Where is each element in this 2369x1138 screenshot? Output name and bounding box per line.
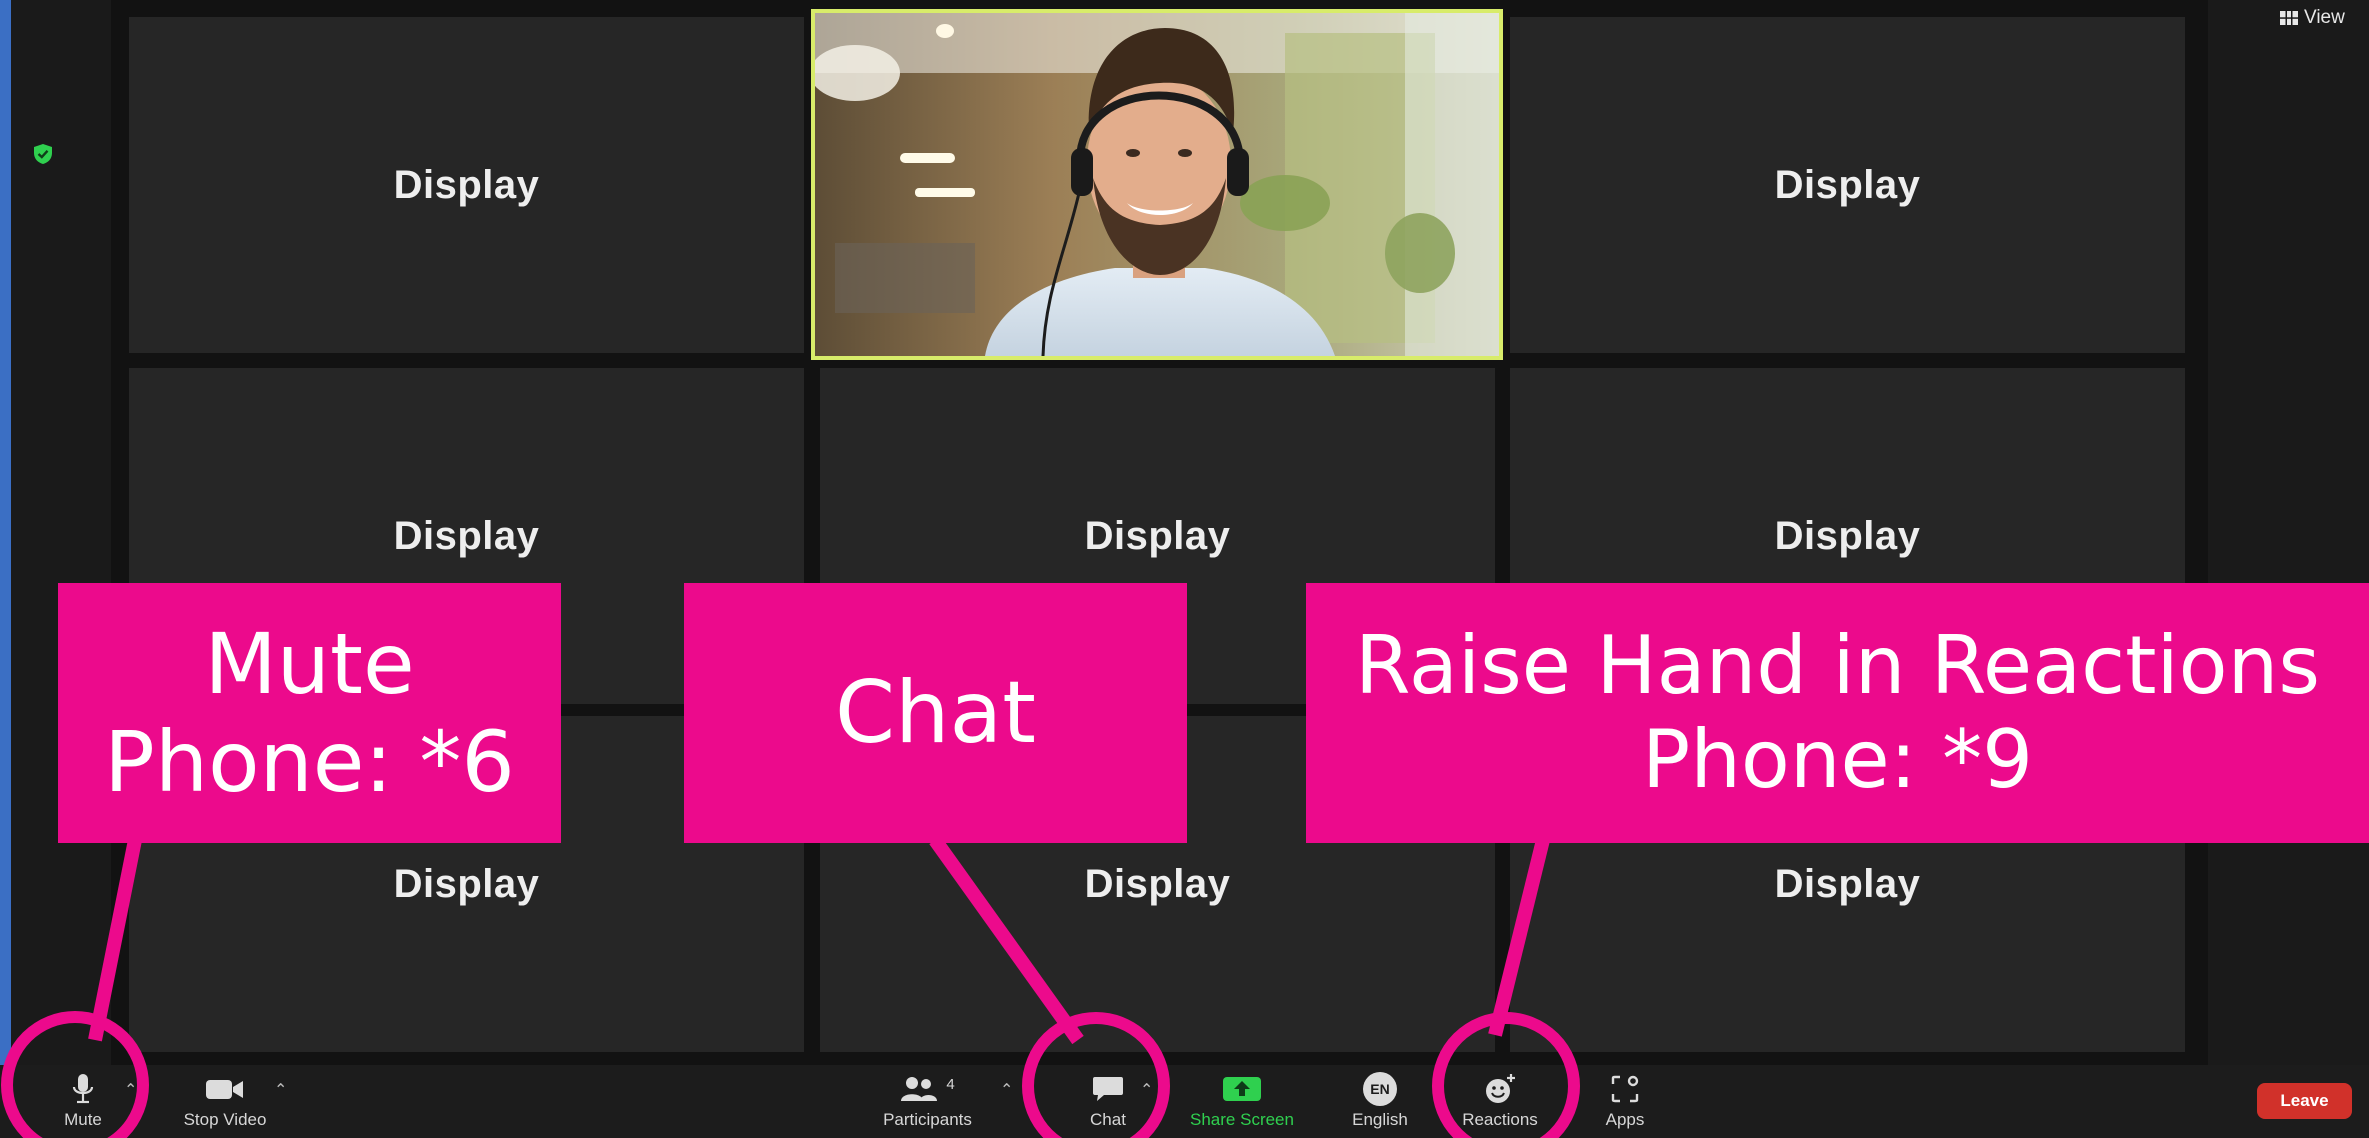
reactions-callout-title: Raise Hand in Reactions — [1355, 619, 2320, 713]
apps-button[interactable]: Apps — [1595, 1070, 1655, 1130]
tile-label: Display — [1774, 861, 1921, 906]
mute-button[interactable]: Mute — [52, 1070, 114, 1130]
leave-label: Leave — [2280, 1091, 2329, 1110]
language-globe-icon: EN — [1363, 1072, 1397, 1106]
chat-bubble-icon — [1093, 1077, 1123, 1101]
share-screen-icon — [1223, 1077, 1261, 1101]
language-code: EN — [1370, 1081, 1390, 1097]
mute-options-caret[interactable]: ⌃ — [124, 1080, 137, 1100]
language-label: English — [1352, 1110, 1408, 1129]
share-screen-label: Share Screen — [1190, 1110, 1294, 1129]
stop-video-label: Stop Video — [183, 1110, 267, 1129]
tile-label: Display — [1774, 513, 1921, 558]
tile-label: Display — [1774, 162, 1921, 207]
window-edge — [0, 0, 11, 1138]
chat-callout: Chat — [684, 583, 1187, 843]
mute-label: Mute — [64, 1110, 102, 1129]
reactions-button[interactable]: Reactions — [1452, 1070, 1548, 1130]
tile-label: Display — [393, 861, 540, 906]
reactions-label: Reactions — [1462, 1110, 1538, 1129]
participants-options-caret[interactable]: ⌃ — [1000, 1080, 1013, 1100]
language-button[interactable]: EN English — [1342, 1070, 1418, 1130]
reactions-callout: Raise Hand in Reactions Phone: *9 — [1306, 583, 2369, 843]
chat-label: Chat — [1090, 1110, 1126, 1129]
participants-count: 4 — [946, 1075, 955, 1093]
stop-video-button[interactable]: Stop Video — [175, 1070, 275, 1130]
participant-video — [815, 13, 1499, 356]
tile-label: Display — [1084, 513, 1231, 558]
view-label: View — [2304, 7, 2345, 28]
apps-icon — [1611, 1075, 1639, 1103]
view-button[interactable]: View — [2280, 4, 2345, 32]
chat-button[interactable]: Chat — [1077, 1070, 1139, 1130]
participants-label: Participants — [883, 1110, 972, 1129]
active-speaker-video-tile[interactable] — [811, 9, 1503, 360]
chat-callout-title: Chat — [835, 662, 1036, 763]
video-camera-icon — [206, 1080, 243, 1099]
right-sidebar-area — [2208, 0, 2369, 1065]
reactions-smiley-icon — [1486, 1074, 1515, 1103]
security-shield-icon[interactable] — [32, 143, 54, 165]
grid-view-icon — [2280, 11, 2298, 25]
video-options-caret[interactable]: ⌃ — [274, 1080, 287, 1100]
mute-callout: Mute Phone: *6 — [58, 583, 561, 843]
leave-button[interactable]: Leave — [2257, 1083, 2352, 1119]
left-sidebar-area — [11, 0, 111, 1065]
chat-options-caret[interactable]: ⌃ — [1140, 1080, 1153, 1100]
participants-button[interactable]: 4 Participants — [875, 1070, 980, 1130]
microphone-icon — [72, 1074, 94, 1104]
share-screen-button[interactable]: Share Screen — [1184, 1070, 1300, 1130]
participants-icon — [901, 1077, 938, 1101]
participant-tile[interactable]: Display — [129, 17, 804, 353]
tile-label: Display — [393, 162, 540, 207]
mute-callout-phone: Phone: *6 — [104, 713, 515, 811]
tile-label: Display — [1084, 861, 1231, 906]
apps-label: Apps — [1605, 1110, 1645, 1129]
reactions-callout-phone: Phone: *9 — [1641, 713, 2034, 806]
participant-tile[interactable]: Display — [1510, 17, 2185, 353]
tile-label: Display — [393, 513, 540, 558]
mute-callout-title: Mute — [204, 614, 415, 713]
